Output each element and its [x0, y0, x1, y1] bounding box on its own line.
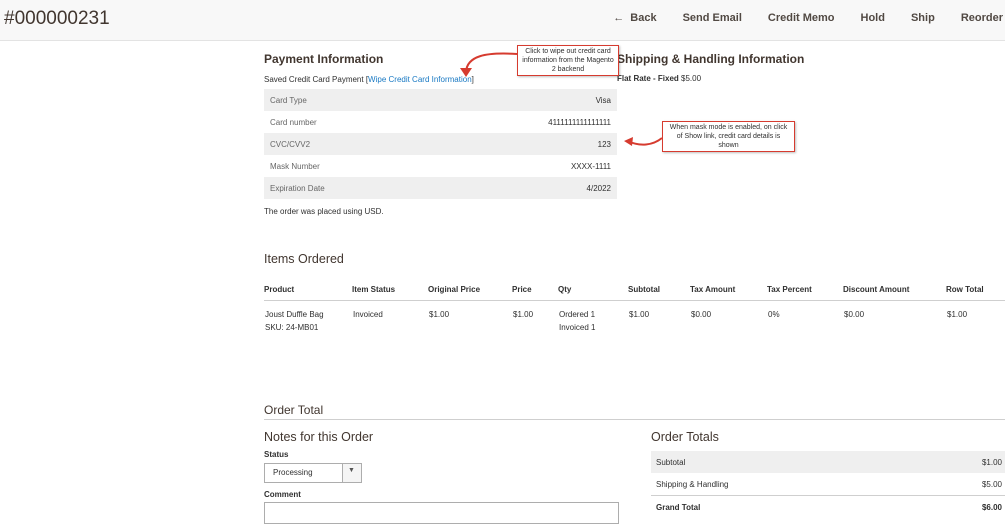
shipping-method-label: Flat Rate - Fixed — [617, 74, 679, 83]
col-item-status: Item Status — [352, 284, 428, 301]
cc-label: Card Type — [264, 89, 431, 111]
cell-status: Invoiced — [353, 310, 383, 319]
totals-value: $1.00 — [915, 451, 1005, 473]
totals-row-shipping: Shipping & Handling $5.00 — [651, 473, 1005, 496]
send-email-button[interactable]: Send Email — [683, 12, 742, 24]
back-label: Back — [630, 12, 657, 24]
col-qty: Qty — [558, 284, 628, 301]
order-total-title: Order Total — [264, 403, 324, 417]
cell-qty: Ordered 1 Invoiced 1 — [558, 301, 628, 336]
cell-product: Joust Duffle Bag SKU: 24-MB01 — [264, 301, 352, 336]
table-row: Joust Duffle Bag SKU: 24-MB01 Invoiced $1… — [264, 301, 1005, 336]
cc-label: Card number — [270, 117, 317, 127]
order-totals-table: Subtotal $1.00 Shipping & Handling $5.00 G… — [651, 451, 1005, 518]
saved-cc-line: Saved Credit Card Payment [Wipe Credit C… — [264, 75, 474, 84]
col-tax-amount: Tax Amount — [690, 284, 767, 301]
totals-row-subtotal: Subtotal $1.00 — [651, 451, 1005, 473]
col-subtotal: Subtotal — [628, 284, 690, 301]
cc-value: 123 — [430, 133, 617, 155]
product-name: Joust Duffle Bag — [265, 310, 324, 319]
hold-button[interactable]: Hold — [861, 12, 885, 24]
cell-subtotal: $1.00 — [629, 310, 650, 319]
comment-label: Comment — [264, 490, 301, 499]
header-actions: ← Back Send Email Credit Memo Hold Ship R… — [613, 12, 1005, 24]
shipping-method: Flat Rate - Fixed $5.00 — [617, 74, 701, 83]
totals-label: Subtotal — [651, 451, 916, 473]
status-label: Status — [264, 450, 289, 459]
col-discount-amount: Discount Amount — [843, 284, 946, 301]
items-header-row: Product Item Status Original Price Price… — [264, 284, 1005, 301]
cell-row-total: $1.00 — [947, 310, 968, 319]
reorder-button[interactable]: Reorder — [961, 12, 1003, 24]
notes-title: Notes for this Order — [264, 430, 374, 444]
cc-label: Expiration Date — [264, 177, 431, 199]
items-ordered-title: Items Ordered — [264, 252, 344, 266]
status-select-value: Processing — [273, 468, 313, 477]
order-totals-title: Order Totals — [651, 430, 719, 444]
cc-row-card-type: Card Type Visa — [264, 89, 617, 111]
qty-invoiced: Invoiced 1 — [559, 323, 596, 332]
product-sku: SKU: 24-MB01 — [265, 323, 319, 332]
cell-original-price: $1.00 — [429, 310, 450, 319]
page-title: #000000231 — [4, 8, 110, 29]
col-product: Product — [264, 284, 352, 301]
wipe-annotation-arrow — [460, 52, 518, 77]
totals-row-grand-total: Grand Total $6.00 — [651, 495, 1005, 518]
cell-tax-percent: 0% — [768, 310, 780, 319]
totals-value: $5.00 — [981, 479, 1002, 489]
arrow-left-icon: ← — [613, 12, 625, 24]
wipe-annotation-callout: Click to wipe out credit card informatio… — [517, 45, 619, 76]
payment-info-title: Payment Information — [264, 52, 384, 66]
back-button[interactable]: ← Back — [613, 12, 656, 24]
cc-row-cvc: CVC/CVV2 123 — [264, 133, 617, 155]
page-header: #000000231 ← Back Send Email Credit Memo … — [0, 0, 1005, 41]
cc-row-card-number: Card number 4111111111111111 — [264, 111, 617, 133]
cell-discount: $0.00 — [844, 310, 865, 319]
totals-label: Shipping & Handling — [656, 479, 729, 489]
totals-label: Grand Total — [651, 495, 916, 518]
cc-label: CVC/CVV2 — [264, 133, 431, 155]
cell-price: $1.00 — [513, 310, 534, 319]
shipping-method-price: $5.00 — [681, 74, 702, 83]
col-original-price: Original Price — [428, 284, 512, 301]
qty-ordered: Ordered 1 — [559, 310, 596, 319]
credit-memo-button[interactable]: Credit Memo — [768, 12, 835, 24]
cc-label: Mask Number — [270, 161, 320, 171]
totals-value: $6.00 — [915, 495, 1005, 518]
col-tax-percent: Tax Percent — [767, 284, 843, 301]
status-select-button[interactable]: ▼ — [342, 464, 361, 482]
chevron-down-icon: ▼ — [348, 467, 355, 474]
cc-value: XXXX-1111 — [570, 161, 611, 171]
mask-annotation-arrow — [624, 137, 663, 146]
cc-value: 4/2022 — [430, 177, 617, 199]
col-row-total: Row Total — [946, 284, 1005, 301]
comment-textarea[interactable] — [264, 502, 619, 524]
cc-row-expiration: Expiration Date 4/2022 — [264, 177, 617, 199]
currency-note: The order was placed using USD. — [264, 207, 384, 216]
col-price: Price — [512, 284, 558, 301]
shipping-info-title: Shipping & Handling Information — [617, 52, 805, 66]
items-table: Product Item Status Original Price Price… — [264, 284, 1005, 335]
order-total-divider — [264, 419, 1005, 420]
cc-row-mask-number: Mask Number XXXX-1111 — [264, 155, 617, 177]
saved-cc-prefix: Saved Credit Card Payment [ — [264, 75, 369, 84]
status-select[interactable]: Processing ▼ — [264, 463, 362, 483]
cc-value: 4111111111111111 — [548, 117, 611, 127]
ship-button[interactable]: Ship — [911, 12, 935, 24]
cc-value: Visa — [430, 89, 617, 111]
mask-annotation-callout: When mask mode is enabled, on click of S… — [662, 121, 795, 152]
credit-card-table: Card Type Visa Card number 411111111111111… — [264, 89, 617, 199]
cell-tax-amount: $0.00 — [691, 310, 712, 319]
